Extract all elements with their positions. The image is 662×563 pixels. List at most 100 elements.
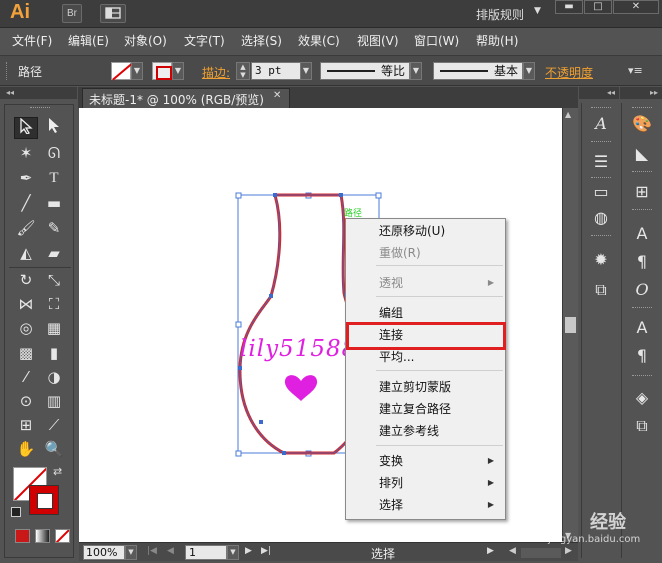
color-mode-button[interactable] (15, 529, 30, 543)
maximize-button[interactable]: □ (584, 0, 612, 14)
free-transform-tool-icon[interactable]: ⛶ (42, 293, 66, 315)
menu-file[interactable]: 文件(F) (12, 32, 52, 49)
gradient-tool-icon[interactable]: ▮ (42, 342, 66, 364)
character-styles-icon[interactable]: A (588, 113, 614, 135)
appearance-panel-icon[interactable]: ✹ (588, 249, 614, 271)
bridge-button[interactable]: Br (62, 4, 82, 23)
menu-item-make-guides[interactable]: 建立参考线 (347, 421, 504, 441)
color-guide-icon[interactable]: ◣ (629, 143, 655, 165)
shape-builder-tool-icon[interactable]: ◎ (14, 317, 38, 339)
menu-edit[interactable]: 编辑(E) (68, 32, 109, 49)
document-tab[interactable]: 未标题-1* @ 100% (RGB/预览) (82, 88, 290, 108)
zoom-level-input[interactable]: 100% (83, 545, 125, 560)
stroke-weight-stepper[interactable]: ▲ ▼ (236, 62, 250, 80)
zoom-dropdown[interactable]: ▼ (125, 545, 137, 560)
profile-dropdown[interactable]: ▼ (410, 62, 422, 80)
panel-grip[interactable] (632, 107, 652, 110)
blob-brush-tool-icon[interactable]: ◭ (14, 242, 38, 264)
lasso-tool-icon[interactable]: ᘏ (42, 142, 66, 164)
panel-grip[interactable] (632, 171, 652, 174)
color-panel-icon[interactable]: 🎨 (629, 113, 655, 135)
menu-select[interactable]: 选择(S) (241, 32, 282, 49)
stroke-panel-link[interactable]: 描边: (202, 64, 230, 81)
panel-grip[interactable] (591, 235, 611, 238)
gradient-panel-icon[interactable]: ▭ (588, 181, 614, 203)
scroll-right-icon[interactable]: ▶ (565, 546, 572, 556)
type-tool-icon[interactable]: T (42, 167, 66, 189)
menu-object[interactable]: 对象(O) (124, 32, 167, 49)
magic-wand-tool-icon[interactable]: ✶ (14, 142, 38, 164)
layers-panel-icon[interactable]: ◈ (629, 387, 655, 409)
paragraph-style-icon[interactable]: ¶ (629, 345, 655, 367)
swap-fill-stroke-icon[interactable]: ⇄ (53, 465, 62, 478)
menu-effect[interactable]: 效果(C) (298, 32, 340, 49)
menu-help[interactable]: 帮助(H) (476, 32, 518, 49)
scale-tool-icon[interactable]: ⤡ (42, 269, 66, 291)
panel-grip[interactable] (632, 209, 652, 212)
default-fill-stroke-icon[interactable] (11, 507, 21, 517)
panel-dock-header[interactable]: ▸▸ (620, 87, 662, 99)
perspective-grid-tool-icon[interactable]: ▦ (42, 317, 66, 339)
tools-panel-header[interactable]: ◂◂ (0, 87, 77, 99)
artboard-number-input[interactable]: 1 (185, 545, 227, 560)
pen-tool-icon[interactable]: ✒ (14, 167, 38, 189)
stroke-box[interactable] (29, 485, 59, 515)
direct-selection-tool-icon[interactable] (42, 117, 66, 139)
vertical-scrollbar[interactable]: ▲ ▼ (562, 108, 578, 542)
mesh-tool-icon[interactable]: ▩ (14, 342, 38, 364)
stroke-panel-icon[interactable]: ☰ (588, 151, 614, 173)
character-style-icon[interactable]: A (629, 317, 655, 339)
menu-item-make-compound-path[interactable]: 建立复合路径 (347, 399, 504, 419)
transparency-panel-icon[interactable]: ◍ (588, 207, 614, 229)
panel-menu-icon[interactable]: ▾≡ (628, 64, 643, 77)
chevron-down-icon[interactable]: ▼ (534, 6, 541, 16)
close-tab-icon[interactable]: ✕ (273, 90, 281, 101)
swatches-panel-icon[interactable]: ⊞ (629, 181, 655, 203)
status-menu-icon[interactable]: ▶ (487, 546, 494, 556)
panel-grip[interactable] (632, 375, 652, 378)
blend-tool-icon[interactable]: ◑ (42, 366, 66, 388)
minimize-button[interactable]: ▬ (555, 0, 583, 14)
horizontal-scrollbar[interactable] (521, 548, 561, 558)
artboard-tool-icon[interactable]: ⊞ (14, 414, 38, 436)
menu-item-select[interactable]: 选择 ▶ (347, 495, 504, 515)
hand-tool-icon[interactable]: ✋ (14, 438, 38, 460)
last-artboard-icon[interactable]: ▶| (261, 546, 271, 556)
fill-dropdown[interactable]: ▼ (131, 62, 143, 80)
close-window-button[interactable]: ✕ (613, 0, 659, 14)
scroll-up-icon[interactable]: ▲ (565, 110, 571, 119)
eraser-tool-icon[interactable]: ▰ (42, 242, 66, 264)
rotate-tool-icon[interactable]: ↻ (14, 269, 38, 291)
workspace-switcher[interactable]: 排版规则 (476, 6, 524, 23)
scroll-left-icon[interactable]: ◀ (509, 546, 516, 556)
next-artboard-icon[interactable]: ▶ (245, 546, 252, 556)
stroke-color-swatch[interactable] (152, 62, 172, 80)
variable-width-profile[interactable]: 等比 (320, 62, 410, 80)
artboards-panel-icon[interactable]: ⧉ (629, 415, 655, 437)
menu-type[interactable]: 文字(T) (184, 32, 225, 49)
menu-item-group[interactable]: 编组 (347, 303, 504, 323)
panel-grip[interactable] (591, 107, 611, 110)
menu-item-average[interactable]: 平均... (347, 347, 504, 367)
artboard-dropdown[interactable]: ▼ (227, 545, 239, 560)
pencil-tool-icon[interactable]: ✎ (42, 217, 66, 239)
menu-item-transform[interactable]: 变换 ▶ (347, 451, 504, 471)
panel-dock-header[interactable]: ◂◂ (579, 87, 619, 99)
selection-tool-icon[interactable] (14, 117, 38, 139)
graphic-styles-icon[interactable]: ⧉ (588, 279, 614, 301)
line-tool-icon[interactable]: ╱ (14, 192, 38, 214)
scroll-thumb[interactable] (565, 317, 576, 333)
eyedropper-tool-icon[interactable]: ⁄ (14, 366, 38, 388)
paintbrush-tool-icon[interactable]: 🖌 (14, 217, 38, 239)
zoom-tool-icon[interactable]: 🔍 (42, 438, 66, 460)
stroke-dropdown[interactable]: ▼ (172, 62, 184, 80)
rectangle-tool-icon[interactable]: ▬ (42, 192, 66, 214)
gradient-mode-button[interactable] (35, 529, 50, 543)
symbol-sprayer-tool-icon[interactable]: ⊙ (14, 390, 38, 412)
menu-view[interactable]: 视图(V) (357, 32, 399, 49)
stroke-weight-input[interactable]: 3 pt (251, 62, 301, 80)
column-graph-tool-icon[interactable]: ▥ (42, 390, 66, 412)
panel-grip[interactable] (30, 107, 50, 111)
paragraph-panel-icon[interactable]: ¶ (629, 251, 655, 273)
menu-item-arrange[interactable]: 排列 ▶ (347, 473, 504, 493)
